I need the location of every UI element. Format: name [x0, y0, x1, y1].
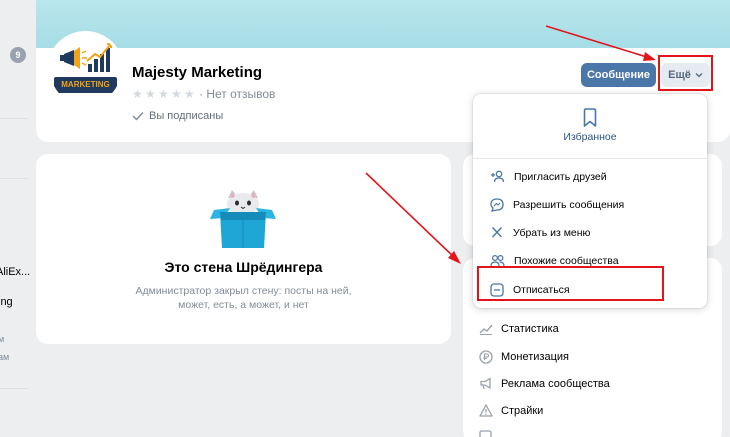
annotation-arrows [365, 25, 656, 264]
annotation-arrow-more [545, 25, 656, 61]
annotation-arrow-unsubscribe [365, 172, 461, 264]
page-root: 9 AliEx... ing м ам [0, 0, 730, 437]
